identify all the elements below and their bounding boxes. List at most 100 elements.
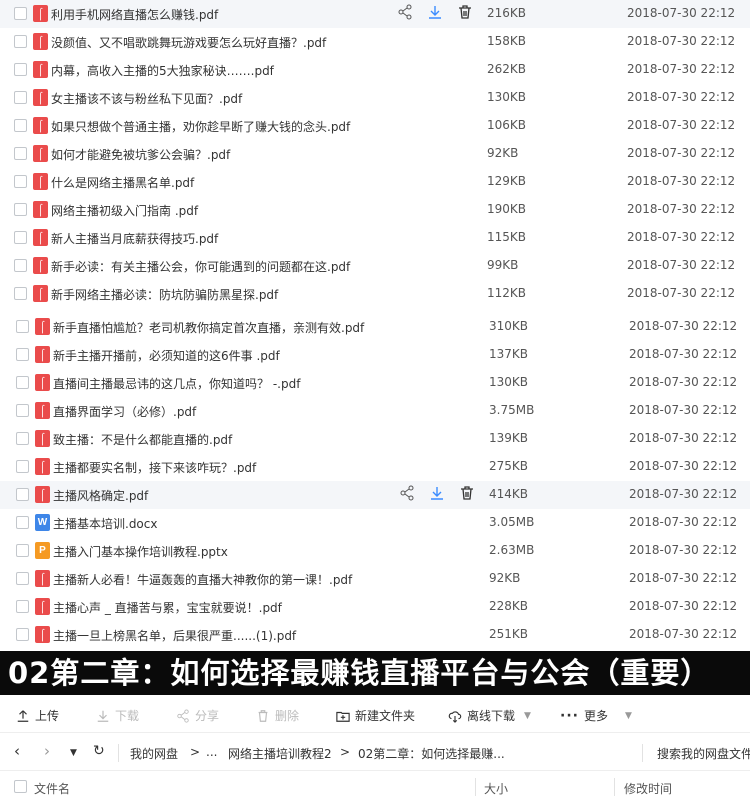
row-checkbox[interactable]: [14, 63, 27, 76]
download-icon[interactable]: [427, 4, 443, 20]
file-name[interactable]: 致主播：不是什么都能直播的.pdf: [53, 431, 232, 448]
file-name[interactable]: 直播界面学习（必修）.pdf: [53, 403, 196, 420]
row-checkbox[interactable]: [16, 544, 29, 557]
file-row[interactable]: 如果只想做个普通主播，劝你趁早断了赚大钱的念头.pdf 106KB 2018-07-…: [0, 112, 750, 140]
file-date: 2018-07-30 22:12: [627, 174, 736, 188]
file-name[interactable]: 新手直播怕尴尬？老司机教你搞定首次直播，亲测有效.pdf: [53, 319, 364, 336]
row-checkbox[interactable]: [14, 231, 27, 244]
file-row[interactable]: 主播一旦上榜黑名单，后果很严重......(1).pdf 251KB 2018-07…: [0, 621, 750, 649]
file-name[interactable]: 主播都要实名制，接下来该咋玩？.pdf: [53, 459, 256, 476]
file-name[interactable]: 没颜值、又不唱歌跳舞玩游戏要怎么玩好直播？.pdf: [51, 34, 326, 51]
trash-icon[interactable]: [459, 485, 475, 501]
row-checkbox[interactable]: [16, 488, 29, 501]
new-folder-icon: [336, 711, 350, 722]
file-name[interactable]: 主播心声 _ 直播苦与累，宝宝就要说！.pdf: [53, 599, 282, 616]
file-row[interactable]: 什么是网络主播黑名单.pdf 129KB 2018-07-30 22:12: [0, 168, 750, 196]
file-row[interactable]: 内幕，高收入主播的5大独家秘诀…….pdf 262KB 2018-07-30 22:…: [0, 56, 750, 84]
offline-download-button[interactable]: 离线下载 ▼: [448, 707, 531, 724]
search-input[interactable]: 搜索我的网盘文件: [657, 745, 750, 762]
file-row[interactable]: 直播间主播最忌讳的这几点，你知道吗？ -.pdf 130KB 2018-07-30 …: [0, 369, 750, 397]
file-row[interactable]: 主播风格确定.pdf 414KB 2018-07-30 22:12: [0, 481, 750, 509]
file-row[interactable]: 新手网络主播必读：防坑防骗防黑星探.pdf 112KB 2018-07-30 22:…: [0, 280, 750, 308]
column-size[interactable]: 大小: [484, 780, 508, 797]
file-name[interactable]: 主播入门基本操作培训教程.pptx: [53, 543, 228, 560]
row-checkbox[interactable]: [14, 147, 27, 160]
row-checkbox[interactable]: [14, 203, 27, 216]
file-row[interactable]: 新手必读：有关主播公会，你可能遇到的问题都在这.pdf 99KB 2018-07-3…: [0, 252, 750, 280]
column-name[interactable]: 文件名: [34, 780, 70, 797]
file-name[interactable]: 女主播该不该与粉丝私下见面？.pdf: [51, 90, 242, 107]
pdf-file-icon: [35, 458, 50, 475]
file-row[interactable]: 主播都要实名制，接下来该咋玩？.pdf 275KB 2018-07-30 22:12: [0, 453, 750, 481]
file-row[interactable]: 如何才能避免被坑爹公会骗？.pdf 92KB 2018-07-30 22:12: [0, 140, 750, 168]
row-checkbox[interactable]: [16, 628, 29, 641]
file-name[interactable]: 新手必读：有关主播公会，你可能遇到的问题都在这.pdf: [51, 258, 350, 275]
row-checkbox[interactable]: [16, 404, 29, 417]
breadcrumb-parent[interactable]: 网络主播培训教程2: [228, 745, 332, 762]
file-row[interactable]: 利用手机网络直播怎么赚钱.pdf 216KB 2018-07-30 22:12: [0, 0, 750, 28]
row-checkbox[interactable]: [16, 376, 29, 389]
file-name[interactable]: 如何才能避免被坑爹公会骗？.pdf: [51, 146, 230, 163]
file-name[interactable]: 新人主播当月底薪获得技巧.pdf: [51, 230, 218, 247]
file-row[interactable]: 新人主播当月底薪获得技巧.pdf 115KB 2018-07-30 22:12: [0, 224, 750, 252]
row-checkbox[interactable]: [14, 35, 27, 48]
row-checkbox[interactable]: [16, 460, 29, 473]
file-name[interactable]: 利用手机网络直播怎么赚钱.pdf: [51, 6, 218, 23]
row-checkbox[interactable]: [16, 432, 29, 445]
file-row[interactable]: W 主播基本培训.docx 3.05MB 2018-07-30 22:12: [0, 509, 750, 537]
forward-button[interactable]: ›: [44, 742, 50, 760]
row-checkbox[interactable]: [14, 119, 27, 132]
upload-button[interactable]: 上传: [16, 707, 59, 724]
pdf-file-icon: [33, 173, 48, 190]
file-row[interactable]: 新手直播怕尴尬？老司机教你搞定首次直播，亲测有效.pdf 310KB 2018-07…: [0, 313, 750, 341]
file-row[interactable]: 女主播该不该与粉丝私下见面？.pdf 130KB 2018-07-30 22:12: [0, 84, 750, 112]
delete-button[interactable]: 删除: [256, 707, 299, 724]
column-modified[interactable]: 修改时间: [624, 780, 672, 797]
file-name[interactable]: 主播一旦上榜黑名单，后果很严重......(1).pdf: [53, 627, 296, 644]
file-name[interactable]: 主播风格确定.pdf: [53, 487, 148, 504]
file-name[interactable]: 新手主播开播前，必须知道的这6件事 .pdf: [53, 347, 280, 364]
file-date: 2018-07-30 22:12: [629, 347, 738, 361]
file-row[interactable]: 致主播：不是什么都能直播的.pdf 139KB 2018-07-30 22:12: [0, 425, 750, 453]
history-dropdown-icon[interactable]: ▼: [70, 748, 77, 758]
file-row[interactable]: 网络主播初级入门指南 .pdf 190KB 2018-07-30 22:12: [0, 196, 750, 224]
row-checkbox[interactable]: [16, 320, 29, 333]
breadcrumb-root[interactable]: 我的网盘: [130, 745, 178, 762]
row-checkbox[interactable]: [16, 516, 29, 529]
file-name[interactable]: 如果只想做个普通主播，劝你趁早断了赚大钱的念头.pdf: [51, 118, 350, 135]
file-name[interactable]: 直播间主播最忌讳的这几点，你知道吗？ -.pdf: [53, 375, 300, 392]
file-row[interactable]: 没颜值、又不唱歌跳舞玩游戏要怎么玩好直播？.pdf 158KB 2018-07-30…: [0, 28, 750, 56]
file-name[interactable]: 主播新人必看！牛逼轰轰的直播大神教你的第一课！.pdf: [53, 571, 352, 588]
share-button[interactable]: 分享: [176, 707, 219, 724]
file-row[interactable]: 主播心声 _ 直播苦与累，宝宝就要说！.pdf 228KB 2018-07-30 2…: [0, 593, 750, 621]
share-icon[interactable]: [399, 485, 415, 501]
row-checkbox[interactable]: [16, 572, 29, 585]
row-checkbox[interactable]: [16, 600, 29, 613]
row-checkbox[interactable]: [14, 259, 27, 272]
new-folder-button[interactable]: 新建文件夹: [336, 707, 415, 724]
refresh-icon[interactable]: ↻: [93, 743, 105, 759]
row-checkbox[interactable]: [14, 175, 27, 188]
row-checkbox[interactable]: [14, 287, 27, 300]
file-row[interactable]: 主播新人必看！牛逼轰轰的直播大神教你的第一课！.pdf 92KB 2018-07-3…: [0, 565, 750, 593]
file-row[interactable]: 直播界面学习（必修）.pdf 3.75MB 2018-07-30 22:12: [0, 397, 750, 425]
more-button[interactable]: ··· 更多 ▼: [560, 707, 632, 724]
breadcrumb-ellipsis[interactable]: ...: [206, 745, 217, 759]
back-button[interactable]: ‹: [14, 742, 20, 760]
download-icon[interactable]: [429, 485, 445, 501]
row-checkbox[interactable]: [14, 91, 27, 104]
select-all-checkbox[interactable]: [14, 780, 27, 793]
file-row[interactable]: P 主播入门基本操作培训教程.pptx 2.63MB 2018-07-30 22:12: [0, 537, 750, 565]
chevron-down-icon: ▼: [624, 710, 632, 721]
download-button[interactable]: 下载: [96, 707, 139, 724]
file-row[interactable]: 新手主播开播前，必须知道的这6件事 .pdf 137KB 2018-07-30 22…: [0, 341, 750, 369]
file-name[interactable]: 新手网络主播必读：防坑防骗防黑星探.pdf: [51, 286, 278, 303]
trash-icon[interactable]: [457, 4, 473, 20]
file-name[interactable]: 什么是网络主播黑名单.pdf: [51, 174, 194, 191]
row-checkbox[interactable]: [16, 348, 29, 361]
file-name[interactable]: 内幕，高收入主播的5大独家秘诀…….pdf: [51, 62, 274, 79]
file-name[interactable]: 主播基本培训.docx: [53, 515, 157, 532]
file-name[interactable]: 网络主播初级入门指南 .pdf: [51, 202, 198, 219]
row-checkbox[interactable]: [14, 7, 27, 20]
share-icon[interactable]: [397, 4, 413, 20]
